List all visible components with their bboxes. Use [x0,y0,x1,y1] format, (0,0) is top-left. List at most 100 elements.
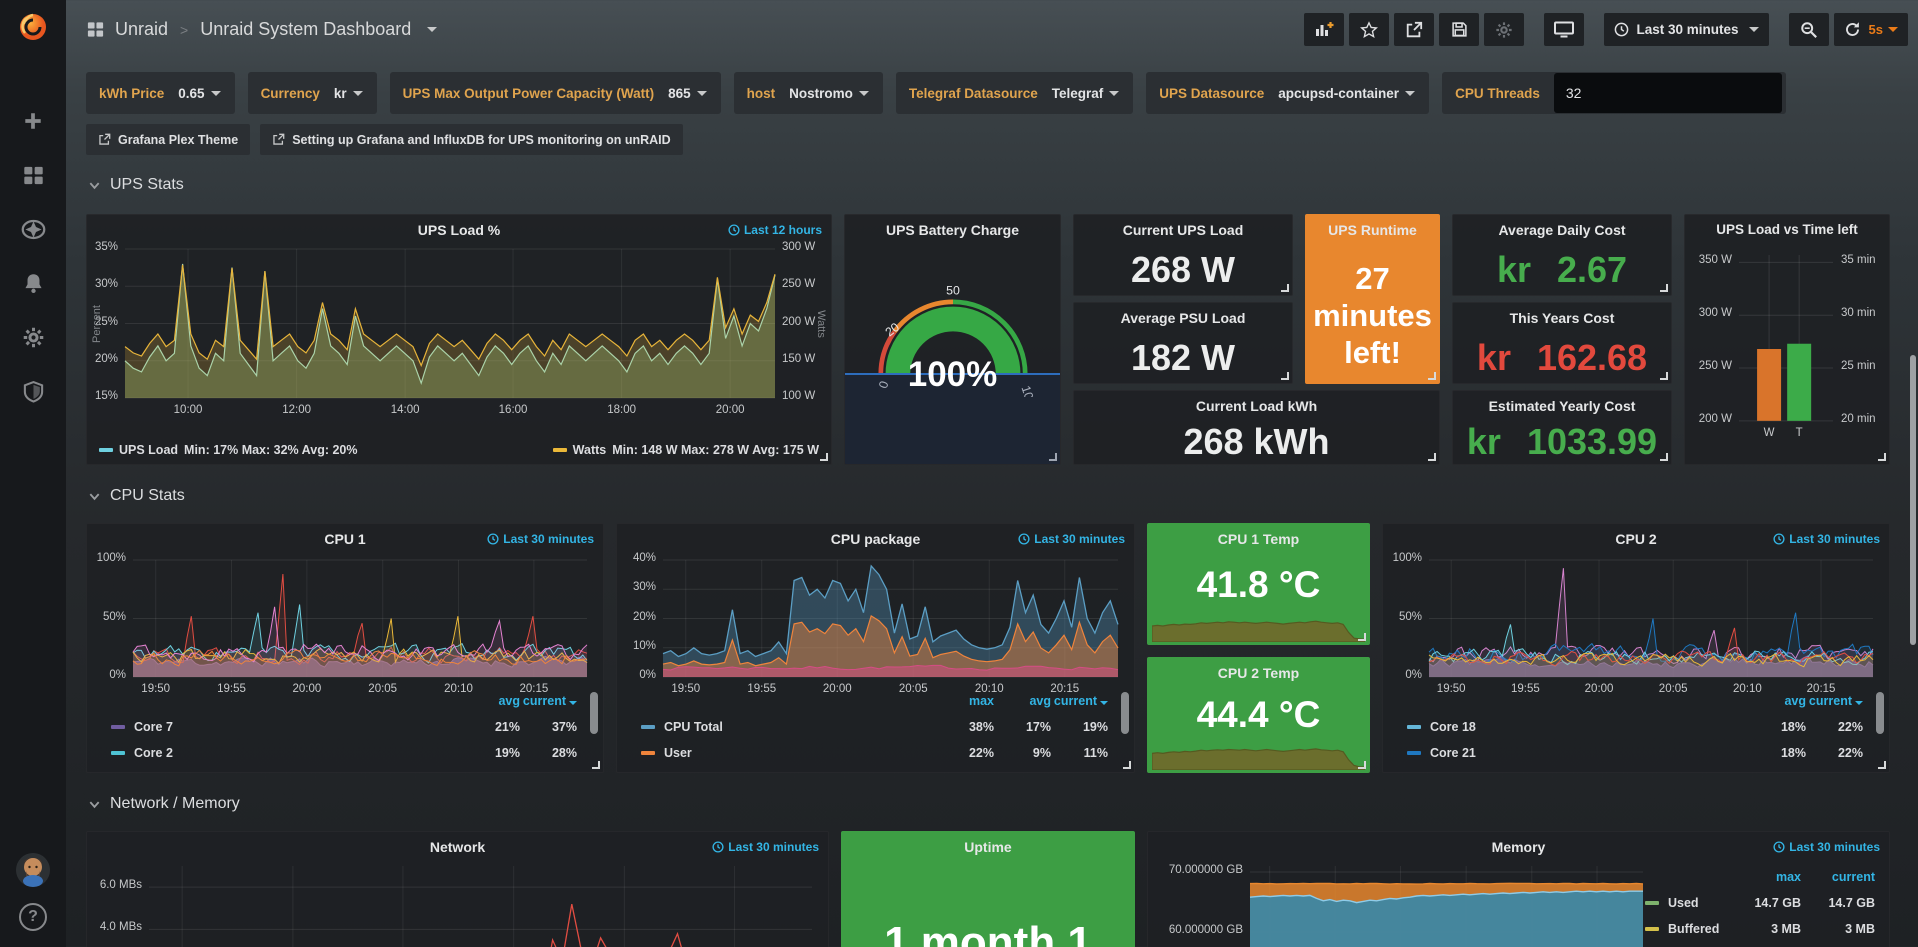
axis-tick: 100% [1383,552,1422,564]
panel-title[interactable]: Current UPS Load [1074,222,1292,238]
time-range-caret-icon [1749,27,1759,32]
cpu-threads-input[interactable] [1554,73,1782,113]
panel-time-range[interactable]: Last 30 minutes [1773,840,1880,854]
legend-sort-current[interactable]: current [520,694,577,708]
y-axis-label: Watts [815,310,827,338]
panel-title[interactable]: Average Daily Cost [1453,222,1671,238]
dashboard-grid-icon[interactable] [86,20,105,39]
variable-value-dropdown[interactable]: Nostromo [789,86,879,101]
dashboard-title-caret-icon[interactable] [427,27,437,32]
clock-icon [487,533,499,545]
panel-time-range[interactable]: Last 30 minutes [712,840,819,854]
panel-time-range[interactable]: Last 12 hours [728,223,822,237]
share-dashboard-button[interactable] [1394,13,1434,46]
dashboard-title[interactable]: Unraid System Dashboard [200,19,411,40]
zoom-out-button[interactable] [1789,13,1829,46]
external-link-icon [272,133,285,146]
star-dashboard-button[interactable] [1349,13,1389,46]
legend-sort-avg[interactable]: avg [1749,694,1806,708]
variable-value-dropdown[interactable]: kr [334,86,373,101]
time-range-picker[interactable]: Last 30 minutes [1604,13,1768,46]
refresh-picker[interactable]: 5s [1834,13,1908,46]
variable-label: UPS Datasource [1159,86,1264,101]
variable-value-dropdown[interactable]: 0.65 [178,86,230,101]
memory-legend: max current Used 14.7 GB 14.7 GB Buffere… [1645,864,1875,942]
section-network-memory[interactable]: Network / Memory [88,795,240,813]
server-admin-shield-icon[interactable] [13,371,53,411]
legend-sort-avg[interactable]: avg [994,694,1051,708]
stat-value: 1 month 1 [842,918,1134,947]
panel-title[interactable]: Average PSU Load [1074,310,1292,326]
dashboard-settings-button[interactable] [1484,13,1524,46]
link-grafana-plex-theme[interactable]: Grafana Plex Theme [86,124,250,155]
panel-estimated-yearly-cost: Estimated Yearly Cost kr1033.99 [1452,390,1672,465]
legend-series[interactable]: User [641,746,937,760]
variable-ups-max-power: UPS Max Output Power Capacity (Watt) 865 [390,72,721,114]
legend-item[interactable]: Watts Min: 148 W Max: 278 W Avg: 175 W [553,443,819,457]
panel-current-load-kwh: Current Load kWh 268 kWh [1073,390,1440,465]
legend-scrollbar[interactable] [1876,692,1884,734]
variable-label: UPS Max Output Power Capacity (Watt) [403,86,655,101]
variable-value-dropdown[interactable]: 865 [668,86,717,101]
configuration-gear-icon[interactable] [13,317,53,357]
legend-series[interactable]: Buffered [1645,922,1735,936]
grafana-logo-icon[interactable] [15,8,51,49]
legend-series[interactable]: Core 2 [111,746,463,760]
panel-title[interactable]: UPS Runtime [1306,222,1439,238]
legend-series[interactable]: CPU Total [641,720,937,734]
add-icon[interactable] [13,101,53,141]
variable-value-dropdown[interactable]: apcupsd-container [1278,86,1425,101]
legend-item[interactable]: UPS Load Min: 17% Max: 32% Avg: 20% [99,443,357,457]
clock-icon [712,841,724,853]
legend-sort-max[interactable]: max [1735,870,1801,884]
panel-time-range[interactable]: Last 30 minutes [487,532,594,546]
legend-series[interactable]: Core 18 [1407,720,1749,734]
panel-time-range[interactable]: Last 30 minutes [1773,532,1880,546]
axis-tick: 0% [617,669,656,681]
legend-sort-current[interactable]: current [1051,694,1108,708]
axis-tick: 150 W [782,353,815,365]
refresh-icon[interactable] [1844,21,1861,38]
axis-tick: 300 W [1685,307,1732,319]
panel-title[interactable]: UPS Load % [87,222,831,238]
legend-swatch [641,751,655,755]
panel-title[interactable]: CPU 1 Temp [1148,531,1369,547]
alerting-bell-icon[interactable] [13,263,53,303]
panel-title[interactable]: Estimated Yearly Cost [1453,398,1671,414]
page-scrollbar[interactable] [1910,355,1916,645]
help-icon[interactable]: ? [19,903,47,931]
link-ups-monitoring-guide[interactable]: Setting up Grafana and InfluxDB for UPS … [260,124,682,155]
legend-series[interactable]: Core 7 [111,720,463,734]
cycle-view-mode-button[interactable] [1544,13,1584,46]
panel-title[interactable]: UPS Load vs Time left [1685,222,1889,237]
panel-title[interactable]: Uptime [842,839,1134,855]
ups-bars-chart[interactable]: 200 W250 W300 W350 W20 min25 min30 min35… [1685,215,1889,464]
legend-series[interactable]: Core 21 [1407,746,1749,760]
panel-title[interactable]: Current Load kWh [1074,398,1439,414]
explore-icon[interactable] [13,209,53,249]
breadcrumb-root[interactable]: Unraid [115,19,168,40]
save-dashboard-button[interactable] [1439,13,1479,46]
legend-sort-current[interactable]: current [1806,694,1863,708]
legend-sort-current[interactable]: current [1801,870,1875,884]
panel-title[interactable]: CPU 2 Temp [1148,665,1369,681]
ups-load-chart[interactable]: 15%20%25%30%35%100 W150 W200 W250 W300 W… [87,215,831,464]
dashboards-icon[interactable] [13,155,53,195]
section-cpu-stats[interactable]: CPU Stats [88,487,185,505]
legend-sort-max[interactable]: max [937,694,994,708]
user-avatar[interactable] [16,853,50,887]
refresh-interval-label[interactable]: 5s [1869,22,1883,37]
panel-time-range[interactable]: Last 30 minutes [1018,532,1125,546]
panel-title[interactable]: This Years Cost [1453,310,1671,326]
panel-title[interactable]: UPS Battery Charge [845,222,1060,238]
panel-ups-runtime: UPS Runtime 27 minutes left! [1305,214,1440,384]
legend-series[interactable]: Used [1645,896,1735,910]
legend-scrollbar[interactable] [1121,692,1129,734]
legend-scrollbar[interactable] [590,692,598,734]
legend-sort-avg[interactable]: avg [463,694,520,708]
legend-row: Core 7 21% 37% [111,714,577,740]
breadcrumb: Unraid > Unraid System Dashboard [86,19,437,40]
variable-value-dropdown[interactable]: Telegraf [1052,86,1130,101]
add-panel-button[interactable] [1304,13,1344,46]
section-ups-stats[interactable]: UPS Stats [88,176,184,194]
